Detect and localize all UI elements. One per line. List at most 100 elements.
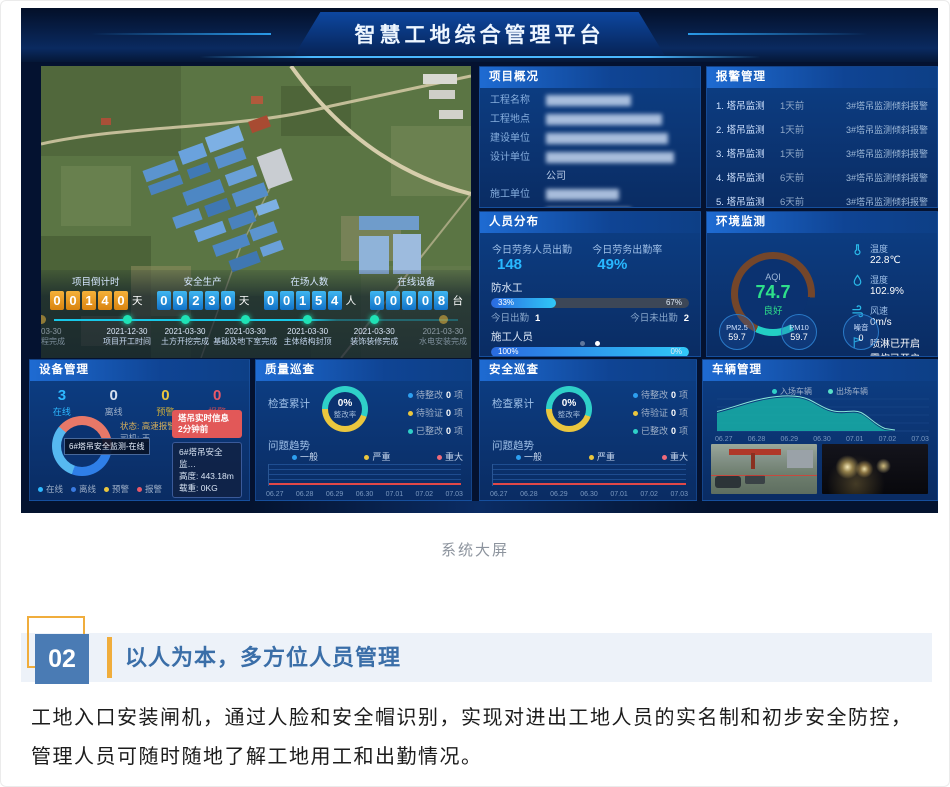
- legend-dot: [437, 455, 442, 460]
- panel-personnel-distribution: 人员分布 今日劳务人员出勤148 今日劳务出勤率49% 防水工 33% 67%: [479, 211, 701, 357]
- trend-line-chart: [492, 464, 686, 486]
- alarm-type: 1. 塔吊监测: [716, 98, 780, 112]
- blurred-value: █████████████████████: [546, 152, 674, 164]
- panel-title: 人员分布: [489, 216, 539, 228]
- pm-readings: PM2.5 59.7 PM10 59.7 噪音 0: [719, 314, 879, 350]
- carousel-dot[interactable]: [580, 341, 585, 346]
- pm-name: PM10: [789, 323, 809, 332]
- x-axis-labels: 06.2706.2806.2906.3007.0107.0207.03: [266, 491, 463, 498]
- alarm-item[interactable]: 4. 塔吊监测 6天前 3#塔吊监测倾斜报警: [716, 170, 928, 184]
- counter-group: 项目倒计时 00140 天: [49, 274, 143, 310]
- rectification-rate-label: 整改率: [334, 409, 357, 420]
- counter-unit: 天: [132, 293, 143, 308]
- donut-tooltip: 6#塔吊安全监测-在线: [64, 438, 150, 455]
- milestone-timeline: 2021-12-30 项目开工时间 2021-03-30 土方开挖完成 2021: [41, 312, 471, 354]
- alarm-item[interactable]: 1. 塔吊监测 1天前 3#塔吊监测倾斜报警: [716, 98, 928, 112]
- site-map-panel: 项目倒计时 00140 天 安全生产 00230 天: [41, 66, 471, 358]
- x-tick-label: 06.29: [326, 491, 344, 498]
- x-tick-label: 06.29: [780, 436, 798, 443]
- dashboard-footer-bar: [21, 501, 938, 513]
- bar-right-percent: 67%: [666, 298, 682, 308]
- legend-dot: [408, 429, 413, 434]
- alarm-message: 3#塔吊监测倾斜报警: [818, 99, 928, 112]
- legend-item: 一般: [516, 450, 542, 463]
- panel-header: 项目概况: [480, 67, 700, 88]
- stat-label: 离线: [88, 405, 140, 418]
- x-tick-label: 07.03: [445, 491, 463, 498]
- alarm-time: 6天前: [780, 194, 818, 208]
- x-tick-label: 07.03: [670, 491, 688, 498]
- x-tick-label: 06.30: [813, 436, 831, 443]
- metric-temperature: 温度22.8℃: [851, 242, 929, 266]
- panel-header: 安全巡查: [480, 360, 696, 381]
- camera-snapshot-day[interactable]: [711, 444, 817, 494]
- legend-item: 严重: [364, 450, 390, 463]
- milestone-date: 2021-03-30: [335, 327, 413, 336]
- counter-digits: 00154: [263, 291, 343, 310]
- x-tick-label: 06.28: [748, 436, 766, 443]
- pm-value: 59.7: [790, 332, 808, 342]
- panel-title: 环境监测: [716, 216, 766, 228]
- alarm-item[interactable]: 3. 塔吊监测 1天前 3#塔吊监测倾斜报警: [716, 146, 928, 160]
- section-accent-bar: [107, 637, 112, 678]
- camera-snapshot-night[interactable]: [822, 444, 928, 494]
- overview-field: 施工单位 ████████████: [490, 189, 690, 201]
- panel-header: 环境监测: [707, 212, 937, 233]
- equipment-stat: 0 离线: [88, 387, 140, 418]
- equipment-stat: 3 在线: [36, 387, 88, 418]
- milestone-dot: [303, 315, 312, 324]
- legend-dot: [104, 487, 109, 492]
- rectification-rate: 0%: [562, 398, 576, 409]
- milestone-dot: [370, 315, 379, 324]
- x-tick-label: 06.28: [520, 491, 538, 498]
- overview-field: 设计单位 █████████████████████: [490, 152, 690, 164]
- alarm-item[interactable]: 5. 塔吊监测 6天前 3#塔吊监测倾斜报警: [716, 194, 928, 208]
- carousel-dot-active[interactable]: [595, 341, 600, 346]
- milestone-dot: [41, 315, 46, 324]
- x-tick-label: 06.30: [356, 491, 374, 498]
- rectification-donut-chart: 0% 整改率: [322, 386, 368, 432]
- attendance-rate-label: 今日劳务出勤率: [592, 245, 662, 256]
- fog-cannon-status: 雾炮已开启: [870, 350, 920, 357]
- legend-item: 预警: [104, 483, 129, 495]
- crane-alert-badge[interactable]: 塔吊实时信息 2分钟前: [172, 410, 242, 438]
- legend-item: 待验证0项: [408, 406, 463, 419]
- panel-title: 设备管理: [39, 364, 89, 376]
- x-tick-label: 07.03: [911, 436, 929, 443]
- alarm-time: 1天前: [780, 146, 818, 160]
- alarm-type: 3. 塔吊监测: [716, 146, 780, 160]
- bar-left-percent: 33%: [498, 298, 514, 308]
- panel-quality-inspection: 质量巡查 检查累计 0% 整改率 待整改0项 待验证0项 已整改0项 问题趋势: [255, 359, 472, 501]
- attendance-count: 148: [497, 256, 522, 273]
- legend-dot: [633, 429, 638, 434]
- overview-field: 建设单位 ████████████████████: [490, 133, 690, 145]
- legend-dot: [292, 455, 297, 460]
- camera-feeds: [711, 444, 928, 494]
- counter-row: 项目倒计时 00140 天 安全生产 00230 天: [41, 270, 471, 310]
- equipment-legend: 在线 离线 预警 报警: [38, 483, 162, 495]
- x-tick-label: 06.30: [580, 491, 598, 498]
- counter-digits: 00140: [49, 291, 129, 310]
- panel-equipment-management: 设备管理 3 在线 0 离线 0 预警: [29, 359, 250, 501]
- rectification-rate-label: 整改率: [558, 409, 581, 420]
- pm-value: 0: [858, 333, 863, 343]
- header-accent-line-right: [688, 33, 868, 35]
- x-tick-label: 07.01: [610, 491, 628, 498]
- milestone-label: 装饰装修完成: [335, 336, 413, 347]
- milestone-date: 2021-03-30: [41, 327, 80, 336]
- panel-header: 报警管理: [707, 67, 937, 88]
- stat-value: 3: [36, 387, 88, 404]
- milestone-dot: [123, 315, 132, 324]
- alarm-item[interactable]: 2. 塔吊监测 1天前 3#塔吊监测倾斜报警: [716, 122, 928, 136]
- counter-label: 在场人数: [263, 274, 357, 288]
- dashboard-header: 智慧工地综合管理平台: [21, 8, 938, 62]
- carousel-dots: [480, 333, 700, 351]
- panel-header: 车辆管理: [703, 360, 937, 381]
- legend-dot: [662, 455, 667, 460]
- overview-field: 工程名称 ██████████████: [490, 95, 690, 107]
- x-tick-label: 06.27: [490, 491, 508, 498]
- panel-header: 人员分布: [480, 212, 700, 233]
- x-tick-label: 07.02: [879, 436, 897, 443]
- counter-unit: 天: [239, 293, 250, 308]
- x-axis-labels: 06.2706.2806.2906.3007.0107.0207.03: [490, 491, 688, 498]
